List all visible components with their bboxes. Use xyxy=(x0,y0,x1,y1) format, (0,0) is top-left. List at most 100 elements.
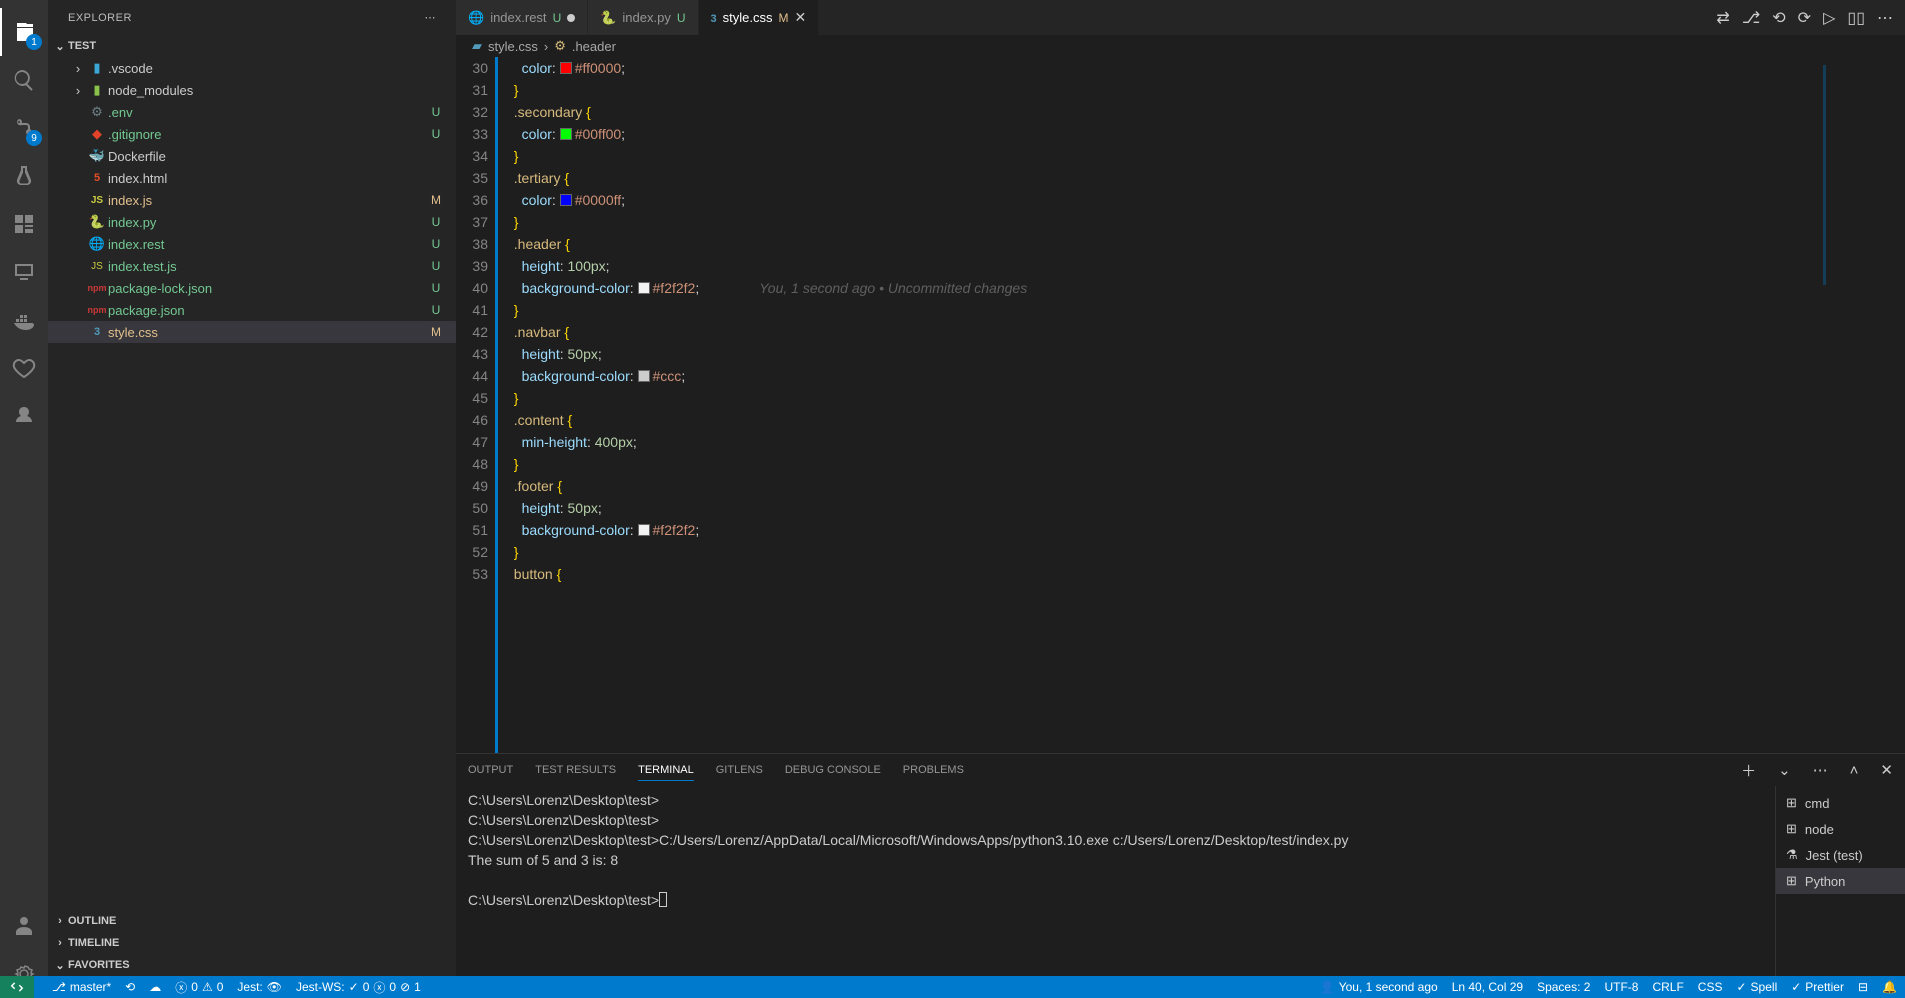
jest-ws-status[interactable]: Jest-WS: ✓0 ⓧ0 ⊘1 xyxy=(296,979,421,996)
color-swatch-icon[interactable] xyxy=(638,282,650,294)
testing-icon[interactable] xyxy=(0,152,48,200)
folder-.vscode[interactable]: ›▮.vscode xyxy=(48,57,456,79)
remote-indicator[interactable] xyxy=(0,976,34,998)
tab-style.css[interactable]: 3style.cssM✕ xyxy=(699,0,820,35)
terminal-line xyxy=(468,870,1763,890)
code-content[interactable]: color: #ff0000; } .secondary { color: #0… xyxy=(506,57,1815,753)
file-Dockerfile[interactable]: 🐳Dockerfile xyxy=(48,145,456,167)
css-symbol-icon: ⚙ xyxy=(554,38,566,54)
close-tab-icon[interactable]: ✕ xyxy=(794,9,806,26)
git-graph-icon[interactable]: ⎇ xyxy=(1742,8,1760,28)
terminal-item-python[interactable]: ⊞Python xyxy=(1776,868,1905,894)
color-swatch-icon[interactable] xyxy=(560,128,572,140)
cursor-position-status[interactable]: Ln 40, Col 29 xyxy=(1452,980,1523,994)
new-terminal-icon[interactable]: ＋ xyxy=(1741,760,1756,781)
sync-status[interactable]: ⟲ xyxy=(125,980,135,994)
breadcrumb[interactable]: ▰ style.css › ⚙ .header xyxy=(456,35,1905,57)
account-icon[interactable] xyxy=(0,902,48,950)
file-package-lock.json[interactable]: npmpackage-lock.jsonU xyxy=(48,277,456,299)
more-actions-icon[interactable]: ⋯ xyxy=(1877,8,1893,28)
color-swatch-icon[interactable] xyxy=(560,62,572,74)
panel-tab-debug-console[interactable]: DEBUG CONSOLE xyxy=(785,760,881,781)
docker-icon[interactable] xyxy=(0,296,48,344)
git-branch-status[interactable]: ⎇master* xyxy=(52,980,111,994)
sidebar-more-icon[interactable]: ⋯ xyxy=(425,11,437,24)
docker-icon: 🐳 xyxy=(86,148,108,164)
feedback-icon[interactable]: ⊟ xyxy=(1858,980,1868,994)
file-index.html[interactable]: 5index.html xyxy=(48,167,456,189)
tab-index.py[interactable]: 🐍index.pyU xyxy=(588,0,698,35)
editor[interactable]: 3031323334353637383940414243444546474849… xyxy=(456,57,1905,753)
git-status: U xyxy=(428,303,444,317)
check-icon: ✓ xyxy=(1736,980,1746,994)
panel-more-icon[interactable]: ⋯ xyxy=(1813,761,1828,779)
nav-forward-icon[interactable]: ⟳ xyxy=(1798,8,1811,28)
encoding-status[interactable]: UTF-8 xyxy=(1604,980,1638,994)
sidebar-header: EXPLORER ⋯ xyxy=(48,0,456,35)
search-icon[interactable] xyxy=(0,56,48,104)
panel-tab-gitlens[interactable]: GITLENS xyxy=(716,760,763,781)
file-.gitignore[interactable]: ◆.gitignoreU xyxy=(48,123,456,145)
file-style.css[interactable]: 3style.cssM xyxy=(48,321,456,343)
terminal-icon: ⊞ xyxy=(1786,795,1797,811)
nav-back-icon[interactable]: ⟲ xyxy=(1772,8,1785,28)
maximize-panel-icon[interactable]: ˄ xyxy=(1850,762,1859,779)
folder-vscode-icon: ▮ xyxy=(86,60,108,76)
color-swatch-icon[interactable] xyxy=(560,194,572,206)
file-package.json[interactable]: npmpackage.jsonU xyxy=(48,299,456,321)
html-icon: 5 xyxy=(86,172,108,184)
outline-header[interactable]: ›OUTLINE xyxy=(48,910,456,932)
eol-status[interactable]: CRLF xyxy=(1652,980,1683,994)
tree-root-header[interactable]: ⌄ TEST xyxy=(48,35,456,57)
panel-tab-problems[interactable]: PROBLEMS xyxy=(903,760,964,781)
terminal-line: C:\Users\Lorenz\Desktop\test> xyxy=(468,810,1763,830)
chevron-right-icon: › xyxy=(70,83,86,98)
terminal-label: Jest (test) xyxy=(1806,848,1863,863)
panel-tab-terminal[interactable]: TERMINAL xyxy=(638,760,694,781)
terminal-content[interactable]: C:\Users\Lorenz\Desktop\test>C:\Users\Lo… xyxy=(456,786,1775,998)
gear-icon: ⚙ xyxy=(86,104,108,120)
bell-icon[interactable]: 🔔 xyxy=(1882,980,1897,994)
file-index.rest[interactable]: 🌐index.restU xyxy=(48,233,456,255)
terminal-dropdown-icon[interactable]: ⌄ xyxy=(1778,761,1791,779)
remote-explorer-icon[interactable] xyxy=(0,248,48,296)
terminal-label: cmd xyxy=(1805,796,1830,811)
panel-tab-test-results[interactable]: TEST RESULTS xyxy=(535,760,616,781)
file-label: package-lock.json xyxy=(108,281,428,296)
file-.env[interactable]: ⚙.envU xyxy=(48,101,456,123)
explorer-icon[interactable]: 1 xyxy=(0,8,48,56)
cloud-status[interactable]: ☁ xyxy=(149,980,161,994)
minimap[interactable] xyxy=(1815,57,1905,753)
terminal-item-node[interactable]: ⊞node xyxy=(1776,816,1905,842)
run-icon[interactable]: ▷ xyxy=(1823,8,1835,28)
prettier-status[interactable]: ✓Prettier xyxy=(1791,980,1844,994)
timeline-header[interactable]: ›TIMELINE xyxy=(48,932,456,954)
close-panel-icon[interactable]: ✕ xyxy=(1880,761,1893,779)
file-label: .vscode xyxy=(108,61,428,76)
source-control-icon[interactable]: 9 xyxy=(0,104,48,152)
spell-status[interactable]: ✓Spell xyxy=(1736,980,1777,994)
indentation-status[interactable]: Spaces: 2 xyxy=(1537,980,1590,994)
chevron-right-icon: › xyxy=(70,61,86,76)
favorites-header[interactable]: ⌄FAVORITES xyxy=(48,954,456,976)
folder-node_modules[interactable]: ›▮node_modules xyxy=(48,79,456,101)
file-index.py[interactable]: 🐍index.pyU xyxy=(48,211,456,233)
compare-icon[interactable]: ⇄ xyxy=(1716,8,1729,28)
terminal-item-jesttest[interactable]: ⚗Jest (test) xyxy=(1776,842,1905,868)
color-swatch-icon[interactable] xyxy=(638,524,650,536)
tab-index.rest[interactable]: 🌐index.restU xyxy=(456,0,588,35)
color-swatch-icon[interactable] xyxy=(638,370,650,382)
extensions-icon[interactable] xyxy=(0,200,48,248)
problems-status[interactable]: ⓧ0⚠0 xyxy=(175,979,223,996)
split-editor-icon[interactable]: ▯▯ xyxy=(1847,8,1865,28)
jest-status[interactable]: Jest:👁 xyxy=(237,980,282,994)
terminal-item-cmd[interactable]: ⊞ cmd xyxy=(1776,790,1905,816)
heart-icon[interactable] xyxy=(0,344,48,392)
file-index.js[interactable]: JSindex.jsM xyxy=(48,189,456,211)
genie-icon[interactable] xyxy=(0,392,48,440)
language-status[interactable]: CSS xyxy=(1698,980,1723,994)
terminal-label: node xyxy=(1805,822,1834,837)
blame-status[interactable]: 👤You, 1 second ago xyxy=(1320,980,1438,994)
panel-tab-output[interactable]: OUTPUT xyxy=(468,760,513,781)
file-index.test.js[interactable]: JSindex.test.jsU xyxy=(48,255,456,277)
